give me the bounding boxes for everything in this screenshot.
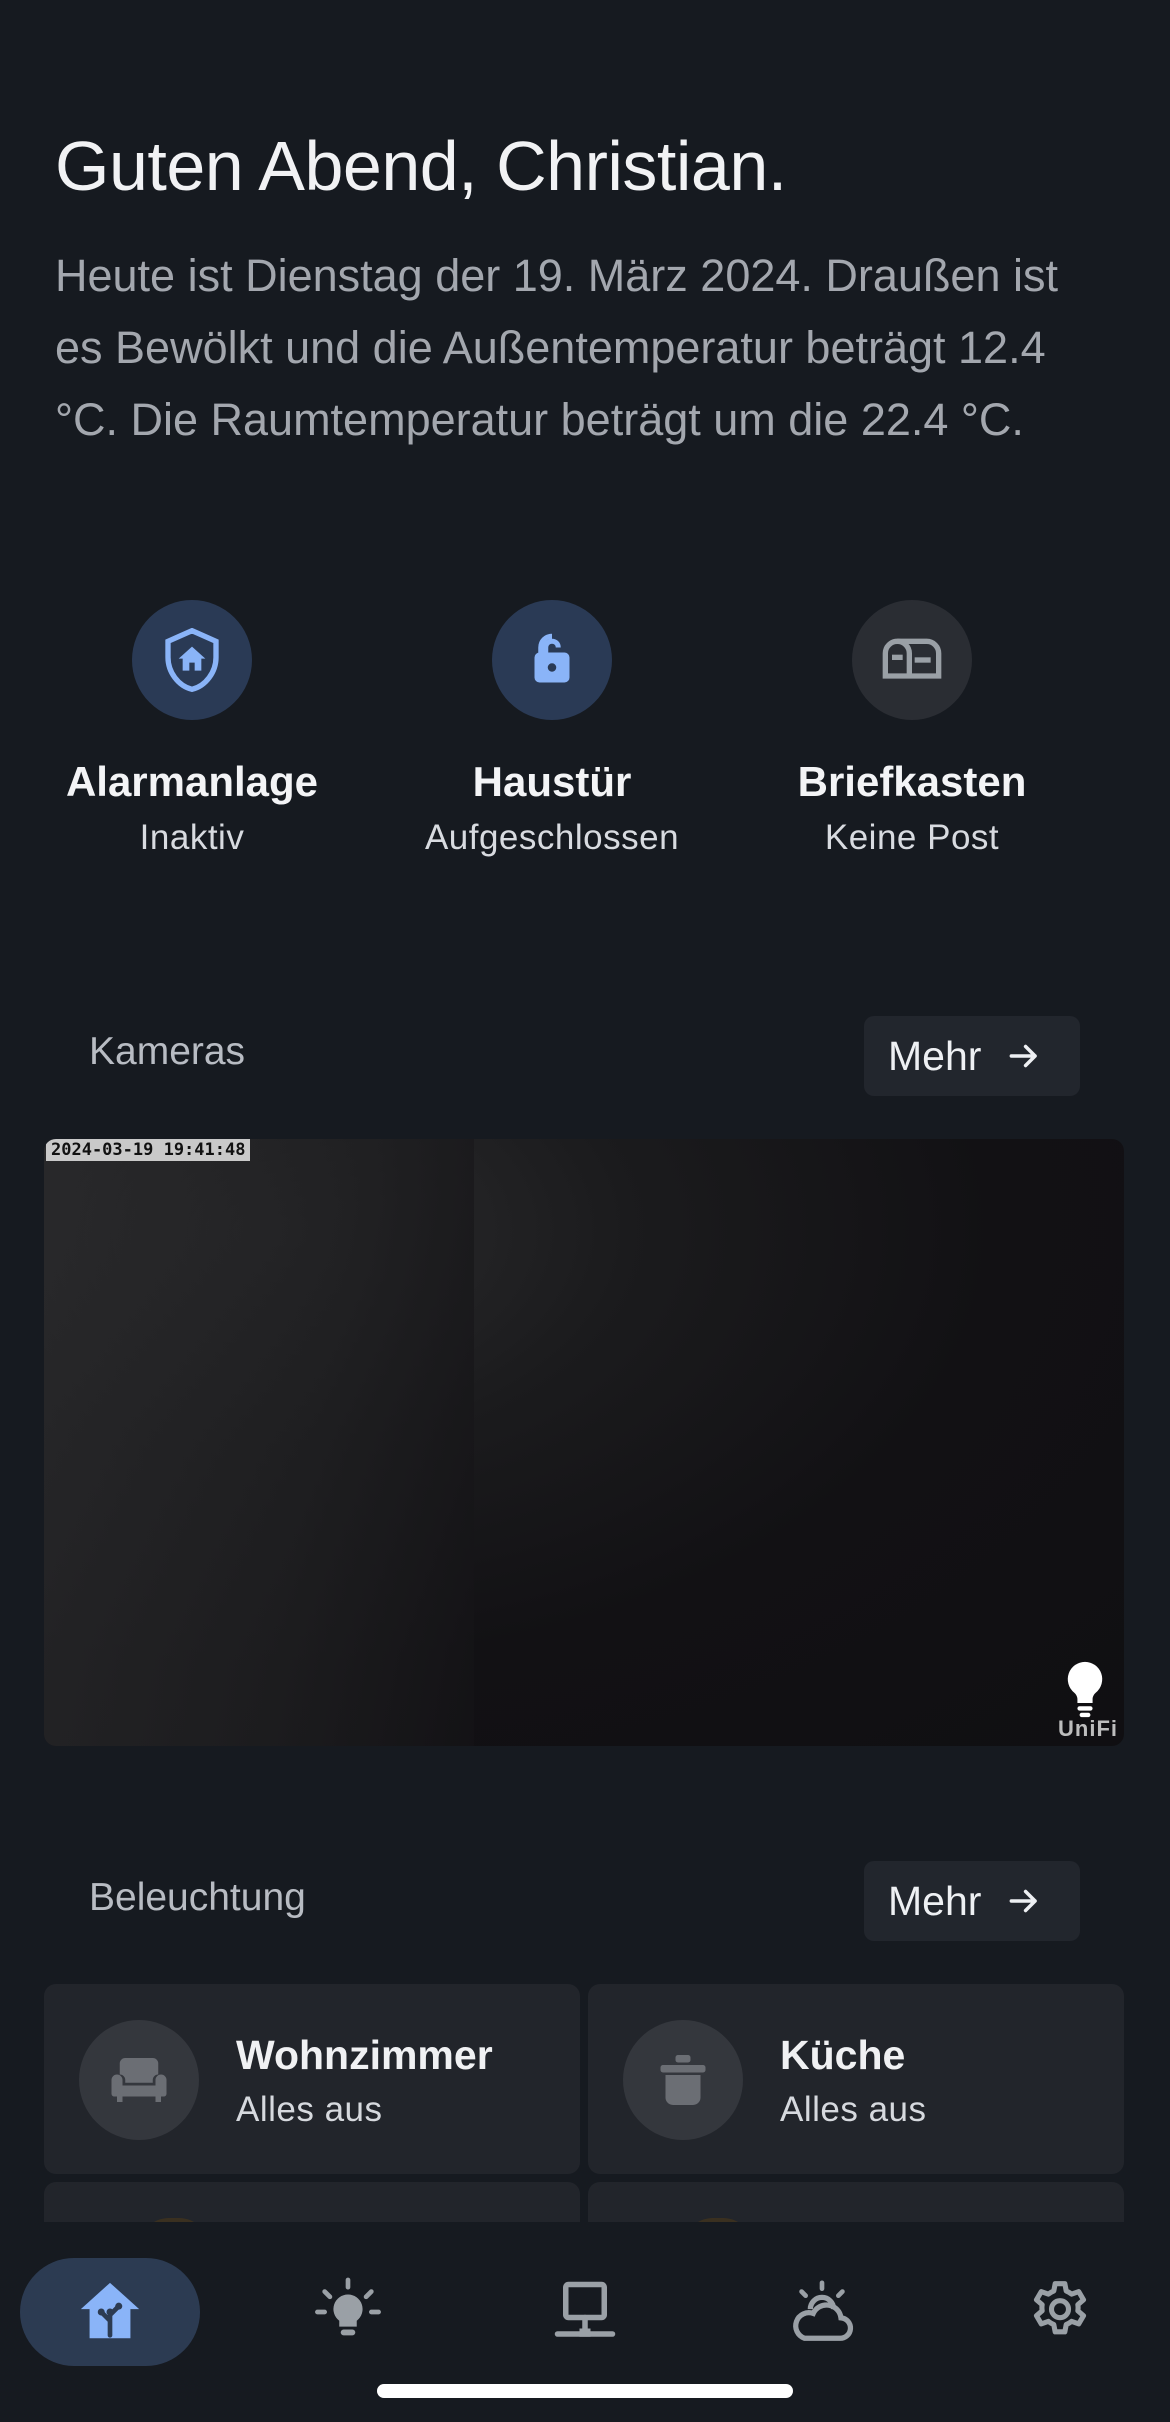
sofa-icon <box>79 2020 199 2140</box>
alarm-title: Alarmanlage <box>65 758 319 805</box>
room-card-wohnzimmer[interactable]: Wohnzimmer Alles aus <box>44 1984 580 2174</box>
cameras-more-label: Mehr <box>888 1032 982 1079</box>
room-state: Alles aus <box>780 2090 927 2129</box>
nav-weather[interactable] <box>732 2258 912 2366</box>
mailbox-tile[interactable]: Briefkasten Keine Post <box>732 600 1092 858</box>
arrow-right-icon <box>1010 1044 1038 1068</box>
lighting-more-label: Mehr <box>888 1877 982 1924</box>
nav-home[interactable] <box>20 2258 200 2366</box>
lightbulb-icon <box>315 2277 381 2336</box>
home-icon <box>80 2282 140 2339</box>
room-name: Wohnzimmer <box>236 2032 493 2078</box>
arrow-right-icon <box>1010 1889 1038 1913</box>
camera-brand-watermark: UniFi <box>1058 1716 1118 1741</box>
cameras-more-button[interactable]: Mehr <box>864 1016 1080 1096</box>
camera-timestamp: 2024-03-19 19:41:48 <box>46 1139 251 1161</box>
door-tile[interactable]: Haustür Aufgeschlossen <box>372 600 732 858</box>
shield-home-icon <box>132 600 252 720</box>
lighting-more-button[interactable]: Mehr <box>864 1861 1080 1941</box>
network-icon <box>554 2281 616 2337</box>
cameras-section-title: Kameras <box>89 1030 246 1073</box>
camera-image <box>44 1139 474 1746</box>
greeting-heading: Guten Abend, Christian. <box>55 127 787 205</box>
pot-icon <box>623 2020 743 2140</box>
status-summary: Heute ist Dienstag der 19. März 2024. Dr… <box>55 250 1058 445</box>
nav-network[interactable] <box>495 2258 675 2366</box>
nav-lights[interactable] <box>258 2258 438 2366</box>
nav-settings[interactable] <box>970 2258 1150 2366</box>
door-title: Haustür <box>472 758 632 805</box>
mailbox-state: Keine Post <box>824 818 1000 857</box>
room-state: Alles aus <box>236 2090 383 2129</box>
door-state: Aufgeschlossen <box>424 818 680 857</box>
room-name: Küche <box>780 2032 906 2078</box>
lock-open-icon <box>492 600 612 720</box>
camera-feed[interactable]: 2024-03-19 19:41:48 UniFi <box>44 1139 1124 1746</box>
alarm-state: Inaktiv <box>139 818 245 857</box>
alarm-tile[interactable]: Alarmanlage Inaktiv <box>12 600 372 858</box>
home-indicator[interactable] <box>377 2384 793 2398</box>
settings-icon <box>1033 2281 1087 2335</box>
mailbox-title: Briefkasten <box>797 758 1027 805</box>
dashboard-page: Guten Abend, Christian. Heute ist Dienst… <box>0 0 1170 2422</box>
room-card-kueche[interactable]: Küche Alles aus <box>588 1984 1124 2174</box>
lighting-section-title: Beleuchtung <box>89 1876 306 1919</box>
weather-icon <box>793 2280 854 2341</box>
mailbox-icon <box>852 600 972 720</box>
